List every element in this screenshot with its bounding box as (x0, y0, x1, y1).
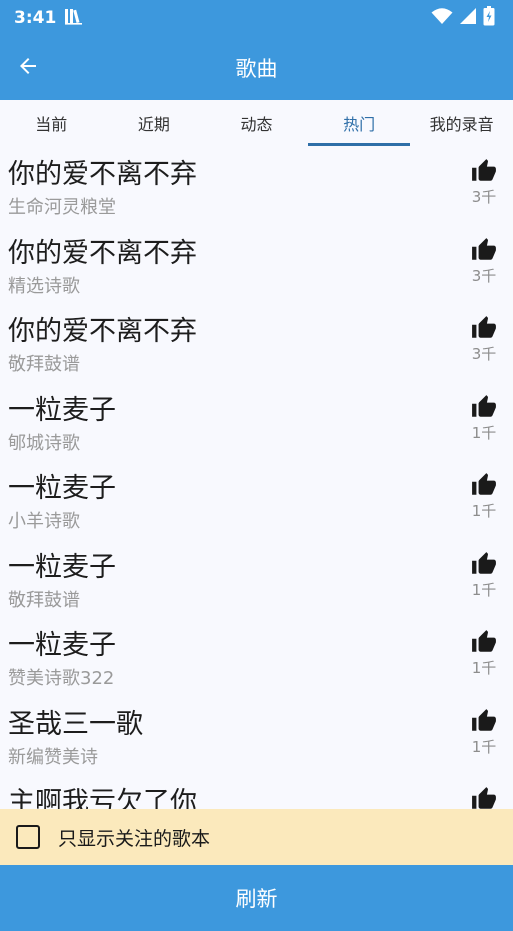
song-title: 一粒麦子 (8, 473, 116, 504)
list-item[interactable]: 圣哉三一歌 新编赞美诗 1千 (0, 696, 513, 775)
thumb-up-icon (472, 237, 496, 260)
like-button[interactable]: 3千 (469, 315, 499, 364)
like-button[interactable]: 1千 (469, 472, 499, 521)
battery-charging-icon (483, 6, 495, 30)
like-count: 1千 (471, 737, 497, 756)
like-button[interactable]: 3千 (469, 158, 499, 207)
list-item[interactable]: 一粒麦子 郇城诗歌 1千 (0, 382, 513, 461)
tab-label: 动态 (240, 115, 273, 134)
like-count: 1千 (471, 580, 497, 599)
status-bar: 3:41 (0, 0, 513, 36)
song-title: 一粒麦子 (8, 551, 116, 583)
thumb-up-icon (472, 708, 496, 731)
like-count: 1千 (471, 659, 497, 677)
songbook-name: 敬拜鼓谱 (8, 589, 80, 611)
songbook-name: 敬拜鼓谱 (8, 354, 80, 375)
tab-label: 当前 (35, 115, 68, 134)
list-item[interactable]: 你的爱不离不弃 生命河灵粮堂 3千 (0, 146, 513, 225)
tab-label: 热门 (343, 115, 376, 134)
like-button[interactable]: 3千 (469, 237, 499, 286)
like-count: 3千 (471, 345, 497, 363)
list-item[interactable]: 一粒麦子 敬拜鼓谱 1千 (0, 539, 513, 618)
signal-icon (459, 7, 477, 29)
thumb-up-icon (472, 316, 496, 338)
thumb-up-icon (472, 394, 496, 417)
library-notification-icon (64, 7, 84, 29)
list-item[interactable]: 一粒麦子 小羊诗歌 1千 (0, 460, 513, 539)
song-title: 圣哉三一歌 (8, 708, 143, 740)
refresh-label: 刷新 (235, 887, 278, 911)
thumb-up-icon (472, 551, 496, 574)
status-time: 3:41 (14, 8, 57, 28)
list-item[interactable]: 你的爱不离不弃 敬拜鼓谱 3千 (0, 303, 513, 382)
list-item[interactable]: 主啊我亏欠了你 (0, 774, 513, 809)
like-button[interactable]: 1千 (469, 551, 499, 600)
song-title: 一粒麦子 (8, 394, 116, 426)
song-title: 你的爱不离不弃 (8, 316, 197, 347)
page-title: 歌曲 (235, 57, 278, 81)
like-count: 3千 (471, 188, 497, 206)
tab-current[interactable]: 当前 (0, 100, 103, 146)
tab-activity[interactable]: 动态 (205, 100, 308, 146)
thumb-up-icon (472, 787, 496, 809)
thumb-up-icon (472, 473, 496, 495)
tab-bar: 当前 近期 动态 热门 我的录音 (0, 100, 513, 146)
thumb-up-icon (472, 159, 496, 181)
songbook-name: 郇城诗歌 (8, 432, 80, 454)
tab-my-recordings[interactable]: 我的录音 (410, 100, 513, 146)
arrow-back-icon (16, 54, 40, 82)
followed-only-checkbox[interactable] (16, 825, 40, 849)
filter-bar: 只显示关注的歌本 (0, 809, 513, 865)
back-button[interactable] (10, 50, 46, 86)
like-count: 1千 (471, 502, 497, 520)
song-list[interactable]: 你的爱不离不弃 生命河灵粮堂 3千 你的爱不离不弃 精选诗歌 3千 你的爱不离不… (0, 146, 513, 809)
songbook-name: 赞美诗歌322 (8, 668, 115, 689)
songbook-name: 精选诗歌 (8, 275, 80, 297)
refresh-button[interactable]: 刷新 (0, 865, 513, 931)
songbook-name: 小羊诗歌 (8, 511, 80, 532)
songbook-name: 生命河灵粮堂 (8, 197, 116, 218)
tab-label: 我的录音 (429, 115, 494, 134)
song-title: 你的爱不离不弃 (8, 159, 197, 190)
followed-only-label: 只显示关注的歌本 (58, 827, 211, 850)
wifi-icon (431, 7, 453, 29)
list-item[interactable]: 你的爱不离不弃 精选诗歌 3千 (0, 225, 513, 304)
song-title: 你的爱不离不弃 (8, 237, 197, 269)
tab-label: 近期 (137, 115, 170, 134)
tab-popular[interactable]: 热门 (307, 100, 411, 146)
like-button[interactable]: 1千 (469, 708, 499, 757)
like-button[interactable]: 1千 (469, 629, 499, 678)
thumb-up-icon (472, 630, 496, 652)
like-count: 3千 (471, 266, 497, 285)
app-bar: 歌曲 (0, 36, 513, 100)
song-title: 一粒麦子 (8, 630, 116, 661)
song-title: 主啊我亏欠了你 (8, 787, 197, 809)
like-count: 1千 (471, 423, 497, 442)
like-button[interactable]: 1千 (469, 394, 499, 443)
list-item[interactable]: 一粒麦子 赞美诗歌322 1千 (0, 617, 513, 696)
songbook-name: 新编赞美诗 (8, 746, 98, 768)
tab-recent[interactable]: 近期 (103, 100, 206, 146)
like-button[interactable] (469, 786, 499, 809)
